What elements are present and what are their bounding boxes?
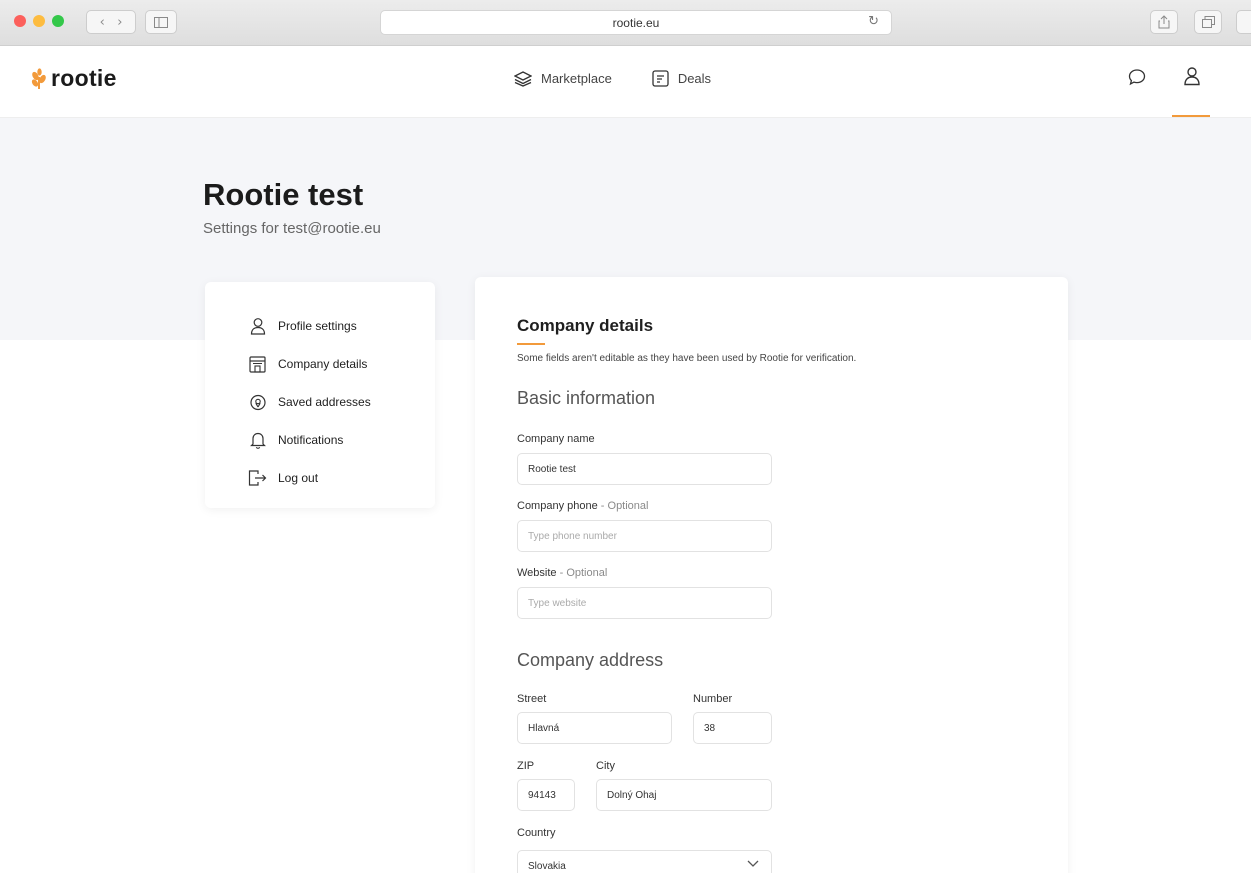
deals-icon xyxy=(652,70,669,87)
page-subtitle: Settings for test@rootie.eu xyxy=(203,220,381,237)
company-name-label: Company name xyxy=(517,433,595,445)
layers-icon xyxy=(514,70,532,87)
building-icon xyxy=(248,355,267,373)
country-label: Country xyxy=(517,827,556,839)
share-button[interactable] xyxy=(1150,10,1178,34)
basic-information-heading: Basic information xyxy=(517,388,656,408)
company-name-input[interactable]: Rootie test xyxy=(517,453,772,485)
sidebar-item-label: Log out xyxy=(278,471,319,485)
share-icon xyxy=(1158,15,1170,29)
minimize-window-button[interactable] xyxy=(33,15,45,27)
browser-toolbar: ‹ › rootie.eu ↻ xyxy=(0,0,1251,46)
sidebar-item-label: Saved addresses xyxy=(278,395,371,409)
logout-icon xyxy=(248,469,267,487)
section-title: Company details xyxy=(517,316,654,335)
sidebar-item-saved-addresses[interactable]: Saved addresses xyxy=(248,383,371,421)
sidebar-toggle-button[interactable] xyxy=(145,10,177,34)
bell-icon xyxy=(248,431,267,449)
logo-text: rootie xyxy=(51,65,117,91)
website-label: Website - Optional xyxy=(517,567,607,579)
logo[interactable]: rootie xyxy=(30,65,117,92)
chevron-right-icon[interactable]: › xyxy=(117,15,122,30)
url-text: rootie.eu xyxy=(612,16,660,30)
settings-sidebar: Profile settings Company details Saved a… xyxy=(205,282,435,508)
company-phone-label: Company phone - Optional xyxy=(517,500,648,512)
sidebar-item-label: Profile settings xyxy=(278,319,357,333)
sidebar-icon xyxy=(154,16,168,28)
nav-marketplace[interactable]: Marketplace xyxy=(514,70,612,87)
main-nav: Marketplace Deals xyxy=(514,70,711,87)
wheat-logo-icon xyxy=(31,67,46,89)
reload-icon[interactable]: ↻ xyxy=(868,14,879,29)
verification-notice: Some fields aren't editable as they have… xyxy=(517,353,857,364)
settings-menu: Profile settings Company details Saved a… xyxy=(248,307,371,497)
optional-tag: - Optional xyxy=(597,500,649,512)
address-bar[interactable]: rootie.eu ↻ xyxy=(380,10,892,35)
nav-deals[interactable]: Deals xyxy=(652,70,711,87)
messages-button[interactable] xyxy=(1128,68,1146,91)
sidebar-item-company-details[interactable]: Company details xyxy=(248,345,371,383)
company-address-heading: Company address xyxy=(517,650,664,670)
tabs-button[interactable] xyxy=(1194,10,1222,34)
maximize-window-button[interactable] xyxy=(52,15,64,27)
sidebar-item-notifications[interactable]: Notifications xyxy=(248,421,371,459)
chat-bubble-icon xyxy=(1128,69,1146,86)
chevron-down-icon xyxy=(747,860,759,867)
city-label: City xyxy=(596,760,615,772)
number-label: Number xyxy=(693,693,733,705)
active-tab-indicator xyxy=(1172,115,1210,117)
tabs-icon xyxy=(1201,16,1215,28)
page-title: Rootie test xyxy=(203,177,364,212)
nav-marketplace-label: Marketplace xyxy=(541,71,612,86)
zip-label: ZIP xyxy=(517,760,535,772)
close-window-button[interactable] xyxy=(14,15,26,27)
chevron-left-icon[interactable]: ‹ xyxy=(100,15,105,30)
back-forward-buttons[interactable]: ‹ › xyxy=(86,10,136,34)
new-tab-button[interactable] xyxy=(1236,10,1251,34)
sidebar-item-profile-settings[interactable]: Profile settings xyxy=(248,307,371,345)
website-label-text: Website xyxy=(517,567,557,579)
app-header: rootie Marketplace Deals xyxy=(0,46,1251,118)
sidebar-item-label: Notifications xyxy=(278,433,344,447)
nav-deals-label: Deals xyxy=(677,71,712,86)
user-icon xyxy=(1184,67,1200,86)
sidebar-item-label: Company details xyxy=(278,357,368,371)
zip-input[interactable]: 94143 xyxy=(517,779,575,811)
profile-button[interactable] xyxy=(1183,66,1201,91)
website-input[interactable]: Type website xyxy=(517,587,772,619)
city-input[interactable]: Dolný Ohaj xyxy=(596,779,772,811)
country-select[interactable]: Slovakia xyxy=(517,850,772,873)
company-phone-label-text: Company phone xyxy=(517,500,598,512)
location-pin-icon xyxy=(248,394,267,411)
street-label: Street xyxy=(517,693,547,705)
company-phone-input[interactable]: Type phone number xyxy=(517,520,772,552)
company-details-card: Company details Some fields aren't edita… xyxy=(475,277,1068,873)
window-controls xyxy=(14,15,64,27)
number-input[interactable]: 38 xyxy=(693,712,772,744)
sidebar-item-log-out[interactable]: Log out xyxy=(248,459,371,497)
user-icon xyxy=(248,317,267,335)
title-accent-line xyxy=(517,343,545,345)
company-name-label-text: Company name xyxy=(517,433,595,445)
country-select-value: Slovakia xyxy=(528,860,566,872)
optional-tag: - Optional xyxy=(556,567,608,579)
street-input[interactable]: Hlavná xyxy=(517,712,672,744)
